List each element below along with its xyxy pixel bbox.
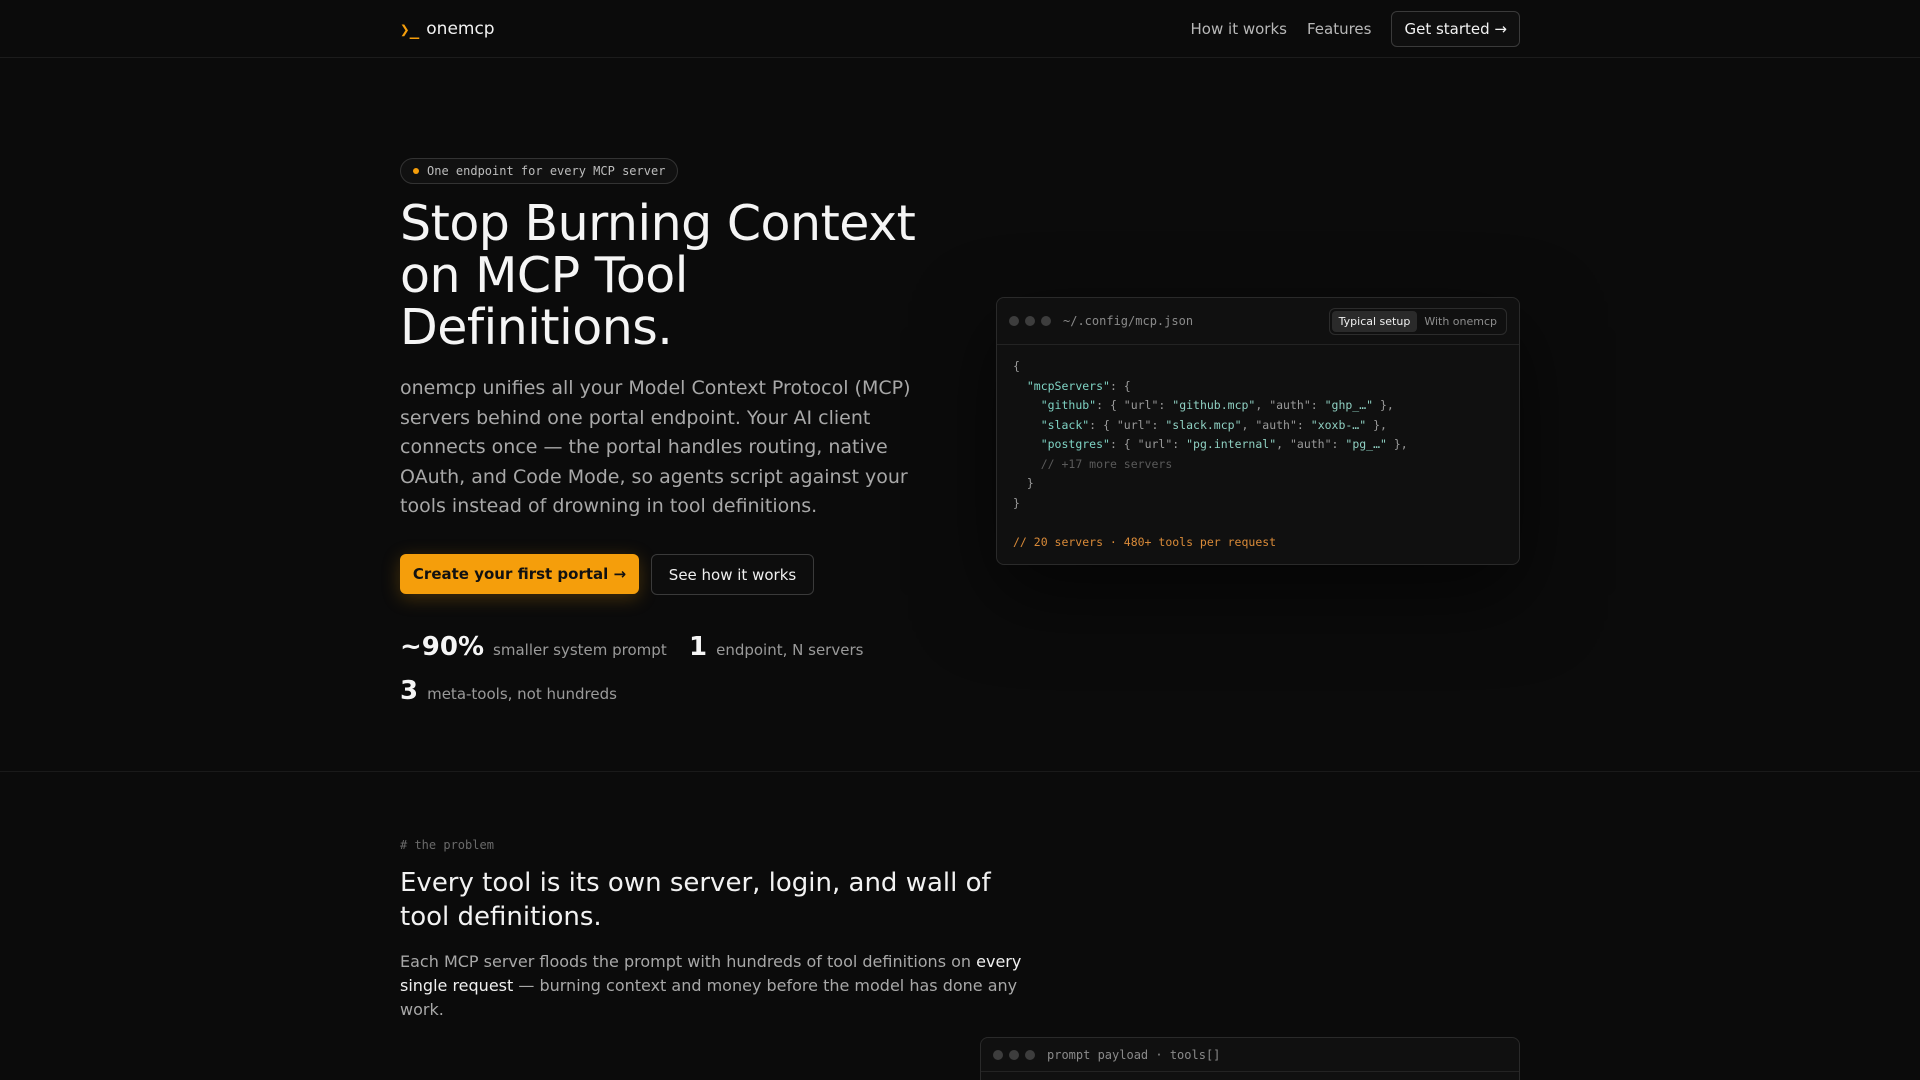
code-window-titlebar: ~/.config/mcp.json Typical setup With on…	[997, 298, 1519, 345]
brand-name: onemcp	[426, 19, 495, 39]
stat-value: 1	[689, 632, 708, 662]
window-controls	[1009, 316, 1051, 326]
section-divider	[0, 771, 1920, 772]
create-portal-button[interactable]: Create your first portal →	[400, 554, 639, 594]
terminal-prompt-icon: ❯_	[400, 19, 420, 39]
code-line: }	[1026, 476, 1034, 490]
brand-logo[interactable]: ❯_ onemcp	[400, 19, 495, 39]
stat-label: endpoint, N servers	[716, 641, 864, 659]
get-started-button[interactable]: Get started →	[1391, 11, 1520, 47]
code-string: "xoxb-…"	[1310, 417, 1367, 432]
window-controls	[993, 1049, 1035, 1060]
stat-value: ~90%	[400, 632, 485, 662]
status-dot-icon	[413, 168, 419, 174]
stat-endpoint: 1 endpoint, N servers	[689, 632, 863, 662]
setup-toggle: Typical setup With onemcp	[1328, 308, 1507, 335]
code-line: {	[1013, 359, 1020, 373]
tab-typical-setup[interactable]: Typical setup	[1331, 311, 1418, 332]
section-description: Each MCP server floods the prompt with h…	[400, 950, 1050, 1022]
tab-with-onemcp[interactable]: With onemcp	[1417, 311, 1504, 332]
stat-label: meta-tools, not hundreds	[427, 685, 617, 703]
stat-meta-tools: 3 meta-tools, not hundreds	[400, 676, 617, 706]
code-key: "github"	[1040, 398, 1097, 412]
window-dot-icon	[1041, 316, 1051, 326]
code-string: "slack.mcp"	[1165, 417, 1242, 432]
config-code-window: ~/.config/mcp.json Typical setup With on…	[996, 297, 1520, 565]
code-comment: // +17 more servers	[1040, 456, 1173, 471]
code-content: { "mcpServers": { "github": { "url": "gi…	[1013, 359, 1408, 549]
prompt-payload-window: prompt payload · tools[]	[980, 1037, 1520, 1080]
window-dot-icon	[1025, 316, 1035, 326]
window-dot-icon	[1025, 1049, 1035, 1060]
hero-description: onemcp unifies all your Model Context Pr…	[400, 377, 911, 517]
stat-prompt-size: ~90% smaller system prompt	[400, 632, 667, 662]
code-key: "mcpServers"	[1026, 378, 1110, 393]
hero-title: Stop Burning Context on MCP Tool Definit…	[400, 195, 916, 356]
code-punct: : {	[1109, 378, 1131, 393]
code-string: "pg_…"	[1345, 437, 1387, 451]
code-string: "pg.internal"	[1186, 437, 1277, 451]
window-dot-icon	[1009, 1049, 1019, 1060]
nav-link-how-it-works[interactable]: How it works	[1191, 20, 1287, 38]
config-file-path: ~/.config/mcp.json	[1063, 314, 1194, 328]
hero-badge: One endpoint for every MCP server	[400, 158, 679, 184]
section-tag: # the problem	[400, 838, 494, 852]
code-footer-comment: // 20 servers · 480+ tools per request	[1013, 534, 1277, 549]
window-dot-icon	[1009, 316, 1019, 326]
section-title: Every tool is its own server, login, and…	[400, 868, 991, 932]
code-string: "ghp_…"	[1324, 398, 1374, 412]
see-how-it-works-button[interactable]: See how it works	[651, 554, 814, 595]
payload-title: prompt payload · tools[]	[1047, 1047, 1221, 1062]
stat-label: smaller system prompt	[493, 641, 667, 659]
code-key: "slack"	[1040, 417, 1090, 432]
payload-titlebar: prompt payload · tools[]	[981, 1038, 1519, 1072]
nav-link-features[interactable]: Features	[1307, 20, 1372, 38]
code-line: }	[1013, 495, 1020, 510]
code-string: "github.mcp"	[1172, 398, 1256, 412]
stat-value: 3	[400, 676, 419, 706]
code-key: "postgres"	[1040, 437, 1110, 451]
top-nav: ❯_ onemcp How it works Features Get star…	[0, 0, 1920, 58]
desc-text: Each MCP server floods the prompt with h…	[400, 952, 977, 971]
hero-badge-text: One endpoint for every MCP server	[427, 164, 666, 178]
window-dot-icon	[993, 1049, 1003, 1060]
